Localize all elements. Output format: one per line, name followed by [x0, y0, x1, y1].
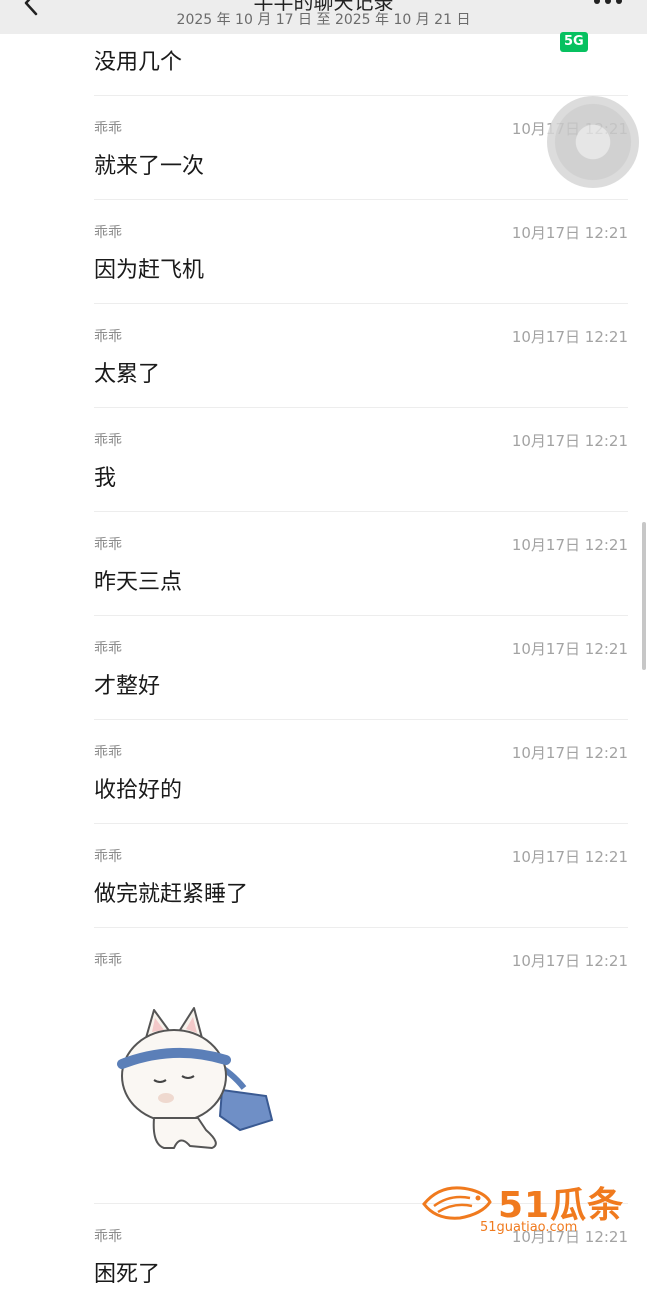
message-time: 10月17日 12:21: [511, 432, 628, 450]
message-item: 乖乖 10月17日 12:21 太累了: [94, 326, 628, 408]
message-item: 乖乖 10月17日 12:21 做完就赶紧睡了: [94, 846, 628, 928]
message-item: 乖乖 10月17日 12:21 因为赶飞机: [94, 222, 628, 304]
message-text: 困死了: [94, 1262, 161, 1287]
message-text: 没用几个: [94, 50, 183, 75]
network-badge: 5G: [560, 32, 588, 52]
message-text: 才整好: [94, 674, 161, 699]
sender-name: 乖乖: [94, 745, 122, 761]
sleepy-cat-sticker[interactable]: [94, 998, 284, 1158]
sender-name: 乖乖: [94, 121, 122, 137]
message-item: 乖乖 10月17日 12:21 昨天三点: [94, 534, 628, 616]
sender-name: 乖乖: [94, 537, 122, 553]
message-item: 乖乖 10月17日 12:21: [94, 950, 628, 1204]
message-text: 因为赶飞机: [94, 258, 205, 283]
message-text: 收拾好的: [94, 778, 183, 803]
message-item: 乖乖 10月17日 12:21 收拾好的: [94, 742, 628, 824]
message-time: 10月17日 12:21: [511, 848, 628, 866]
message-item: 乖乖 10月17日 12:21 我: [94, 430, 628, 512]
message-text: 我: [94, 466, 117, 491]
message-text: 太累了: [94, 362, 161, 387]
floating-ball[interactable]: [547, 96, 639, 188]
header-bar: 半半的聊天记录 2025 年 10 月 17 日 至 2025 年 10 月 2…: [0, 0, 647, 34]
scrollbar-thumb[interactable]: [642, 522, 646, 670]
watermark: 51瓜条 51guatiao.com: [420, 1176, 630, 1242]
sender-name: 乖乖: [94, 329, 122, 345]
sender-name: 乖乖: [94, 225, 122, 241]
message-text: 昨天三点: [94, 570, 183, 595]
sender-name: 乖乖: [94, 641, 122, 657]
message-time: 10月17日 12:21: [511, 224, 628, 242]
message-text: 就来了一次: [94, 154, 205, 179]
sender-name: 乖乖: [94, 433, 122, 449]
sender-name: 乖乖: [94, 849, 122, 865]
message-time: 10月17日 12:21: [511, 328, 628, 346]
message-text: 做完就赶紧睡了: [94, 882, 249, 907]
more-dots-icon[interactable]: [591, 0, 625, 8]
sender-name: 乖乖: [94, 1229, 122, 1245]
sender-name: 乖乖: [94, 953, 122, 969]
watermark-url: 51guatiao.com: [480, 1220, 578, 1235]
message-time: 10月17日 12:21: [511, 744, 628, 762]
message-item: 乖乖 10月17日 12:21 才整好: [94, 638, 628, 720]
message-time: 10月17日 12:21: [511, 640, 628, 658]
message-time: 10月17日 12:21: [511, 536, 628, 554]
message-time: 10月17日 12:21: [511, 952, 628, 970]
divider: [94, 95, 628, 96]
date-range: 2025 年 10 月 17 日 至 2025 年 10 月 21 日: [176, 12, 471, 28]
